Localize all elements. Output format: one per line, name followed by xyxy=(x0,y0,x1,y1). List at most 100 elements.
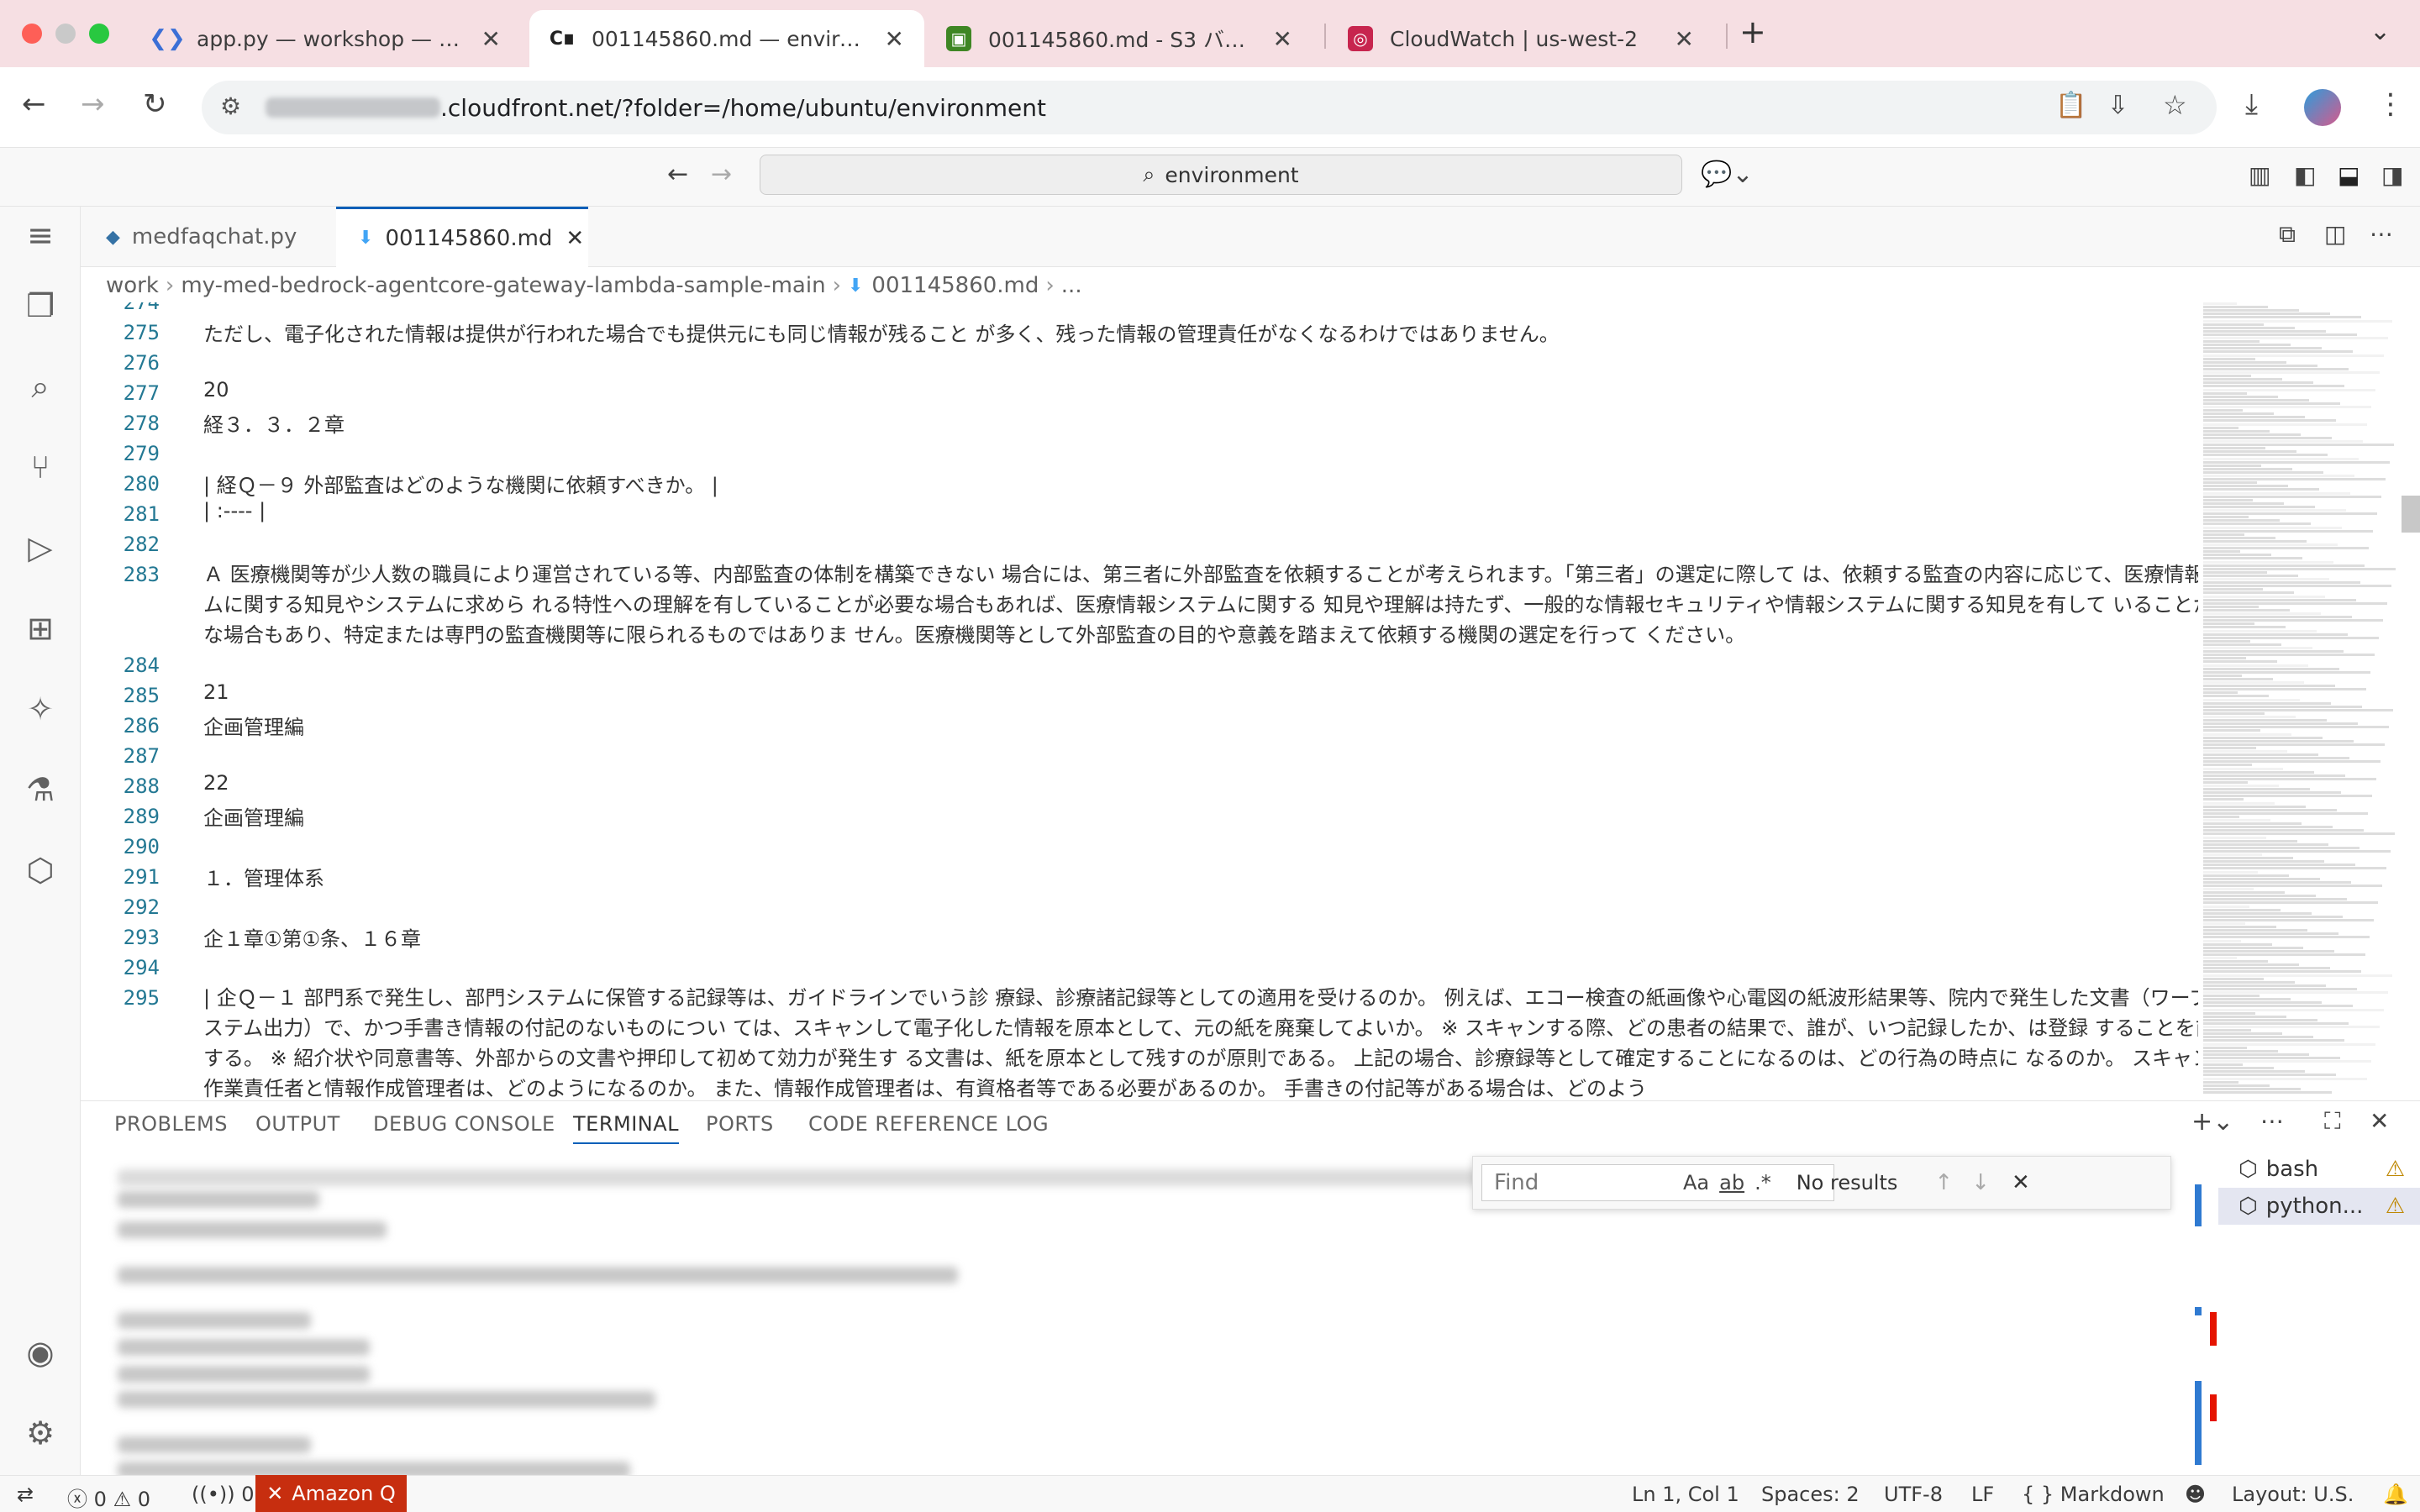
settings-gear-icon[interactable]: ⚙ xyxy=(20,1413,60,1453)
editor-line: 22 xyxy=(203,771,229,795)
panel-tab-ports[interactable]: PORTS xyxy=(706,1112,774,1136)
browser-tab[interactable]: ▣ 001145860.md - S3 バケット ✕ xyxy=(926,10,1313,67)
site-settings-icon[interactable]: ⚙ xyxy=(220,92,241,120)
minimap-line xyxy=(2203,1018,2317,1021)
close-icon[interactable]: ✕ xyxy=(885,25,904,53)
minimap[interactable] xyxy=(2198,302,2400,1100)
bookmark-star-icon[interactable]: ☆ xyxy=(2163,89,2187,121)
line-number: 279 xyxy=(123,442,160,465)
run-debug-icon[interactable]: ▷ xyxy=(20,528,60,568)
keyboard-layout[interactable]: Layout: U.S. xyxy=(2232,1483,2354,1506)
copilot-icon[interactable]: ☻ xyxy=(2185,1483,2206,1506)
breadcrumb-item[interactable]: ... xyxy=(1061,273,1082,298)
nav-forward-icon[interactable]: → xyxy=(711,160,732,189)
download-icon[interactable]: ⤓ xyxy=(2245,87,2258,121)
install-app-icon[interactable]: ⇩ xyxy=(2107,91,2128,120)
minimize-window-button[interactable] xyxy=(55,24,76,44)
open-preview-icon[interactable]: ⧉ xyxy=(2279,220,2296,249)
extensions-icon[interactable]: ⊞ xyxy=(20,608,60,648)
close-tab-icon[interactable]: ✕ xyxy=(566,226,584,251)
editor-tab-md-active[interactable]: ⬇ 001145860.md ✕ xyxy=(336,207,588,267)
panel-tab-code-reference-log[interactable]: CODE REFERENCE LOG xyxy=(808,1112,1049,1136)
toggle-sidebar-icon[interactable]: ◧ xyxy=(2294,161,2316,189)
breadcrumb-item[interactable]: work xyxy=(106,273,159,298)
explorer-icon[interactable]: ❐ xyxy=(20,286,60,326)
clipboard-icon[interactable]: 📋 xyxy=(2055,91,2086,120)
chat-icon[interactable]: 💬⌄ xyxy=(1701,160,1754,189)
encoding[interactable]: UTF-8 xyxy=(1884,1483,1943,1506)
panel-more-icon[interactable]: ⋯ xyxy=(2260,1107,2284,1135)
ports-indicator[interactable]: ((•)) 0 xyxy=(192,1483,255,1506)
customize-layout-icon[interactable]: ▥ xyxy=(2249,161,2270,189)
match-whole-word-toggle[interactable]: ab xyxy=(1719,1171,1744,1194)
cursor-position[interactable]: Ln 1, Col 1 xyxy=(1632,1483,1739,1506)
maximize-window-button[interactable] xyxy=(89,24,109,44)
account-icon[interactable]: ◉ xyxy=(20,1332,60,1373)
tab-search-chevron-icon[interactable]: ⌄ xyxy=(2370,17,2391,46)
search-icon[interactable]: ⌕ xyxy=(20,366,60,407)
amazon-q-status[interactable]: ✕ Amazon Q xyxy=(255,1475,407,1512)
nav-back-icon[interactable]: ← xyxy=(667,160,688,189)
minimap-line xyxy=(2203,1060,2371,1063)
toggle-panel-icon[interactable]: ⬓ xyxy=(2338,161,2360,189)
terminal-item-bash[interactable]: ⬡ bash ⚠ xyxy=(2218,1151,2420,1188)
notifications-bell-icon[interactable]: 🔔 xyxy=(2383,1483,2408,1506)
minimap-line xyxy=(2203,926,2276,929)
language-mode[interactable]: { } Markdown xyxy=(2022,1483,2165,1506)
cloudwatch-icon: ◎ xyxy=(1348,26,1373,51)
terminal-item-python[interactable]: ⬡ python... ⚠ xyxy=(2218,1188,2420,1225)
close-icon[interactable]: ✕ xyxy=(1273,25,1292,53)
minimap-line xyxy=(2203,808,2337,811)
breadcrumb-item[interactable]: my-med-bedrock-agentcore-gateway-lambda-… xyxy=(181,273,825,298)
source-control-icon[interactable]: ⑂ xyxy=(20,447,60,487)
menu-icon[interactable]: ≡ xyxy=(20,215,60,255)
close-find-icon[interactable]: ✕ xyxy=(2012,1170,2030,1195)
panel-tab-problems[interactable]: PROBLEMS xyxy=(114,1112,228,1136)
panel-tab-terminal[interactable]: TERMINAL xyxy=(573,1112,680,1144)
new-tab-button[interactable]: + xyxy=(1739,13,1766,50)
next-match-icon[interactable]: ↓ xyxy=(1971,1170,1990,1195)
close-icon[interactable]: ✕ xyxy=(481,25,501,53)
editor-text-area[interactable]: 274 275 ただし、電子化された情報は提供が行われた場合でも提供元にも同じ情報が… xyxy=(81,302,2198,1100)
editor-tab-label: medfaqchat.py xyxy=(131,224,297,249)
browser-tab[interactable]: ❮❯ app.py — workshop — Code E ✕ xyxy=(134,10,521,67)
aws-toolkit-icon[interactable]: ⬡ xyxy=(20,850,60,890)
s3-icon: ▣ xyxy=(946,26,971,51)
minimap-line xyxy=(2203,670,2370,674)
remote-indicator-icon[interactable]: ⇄ xyxy=(17,1483,34,1506)
command-center[interactable]: ⌕ environment xyxy=(760,155,1682,195)
browser-menu-icon[interactable]: ⋮ xyxy=(2376,87,2405,121)
browser-tab[interactable]: ◎ CloudWatch | us-west-2 ✕ xyxy=(1328,10,1714,67)
minimap-line xyxy=(2203,957,2237,959)
problems-indicator[interactable]: ⓧ 0 ⚠ 0 xyxy=(67,1483,150,1512)
reload-icon[interactable]: ↻ xyxy=(143,87,167,121)
profile-avatar[interactable] xyxy=(2304,89,2341,126)
breadcrumb-item[interactable]: 001145860.md xyxy=(871,273,1039,298)
panel-tab-output[interactable]: OUTPUT xyxy=(255,1112,340,1136)
previous-match-icon[interactable]: ↑ xyxy=(1934,1170,1953,1195)
close-panel-icon[interactable]: ✕ xyxy=(2370,1107,2389,1135)
toggle-secondary-sidebar-icon[interactable]: ◨ xyxy=(2381,161,2403,189)
more-actions-icon[interactable]: ⋯ xyxy=(2370,220,2393,248)
maximize-panel-icon[interactable]: ⛶ xyxy=(2324,1107,2341,1136)
editor-tab-label: 001145860.md xyxy=(385,225,553,251)
indentation[interactable]: Spaces: 2 xyxy=(1761,1483,1860,1506)
address-bar[interactable]: ⚙ .cloudfront.net/?folder=/home/ubuntu/e… xyxy=(202,81,2217,134)
browser-tab-active[interactable]: C∎ 001145860.md — environmen ✕ xyxy=(529,10,924,67)
forward-arrow-icon[interactable]: → xyxy=(81,87,105,121)
amazon-q-chat-icon[interactable]: ✧ xyxy=(20,689,60,729)
use-regex-toggle[interactable]: .* xyxy=(1754,1171,1771,1194)
close-window-button[interactable] xyxy=(22,24,42,44)
find-input[interactable]: Find xyxy=(1481,1164,1834,1201)
panel-tab-debug-console[interactable]: DEBUG CONSOLE xyxy=(373,1112,555,1136)
close-icon[interactable]: ✕ xyxy=(1675,25,1694,53)
editor-tab-medfaqchat[interactable]: ◆ medfaqchat.py xyxy=(84,207,333,267)
end-of-line[interactable]: LF xyxy=(1971,1483,1994,1506)
new-terminal-icon[interactable]: +⌄ xyxy=(2191,1107,2233,1137)
back-arrow-icon[interactable]: ← xyxy=(22,87,46,121)
match-case-toggle[interactable]: Aa xyxy=(1683,1171,1709,1194)
split-editor-icon[interactable]: ◫ xyxy=(2324,220,2346,248)
testing-icon[interactable]: ⚗ xyxy=(20,769,60,810)
minimap-line xyxy=(2203,591,2294,595)
editor-scrollbar[interactable] xyxy=(2402,496,2420,533)
